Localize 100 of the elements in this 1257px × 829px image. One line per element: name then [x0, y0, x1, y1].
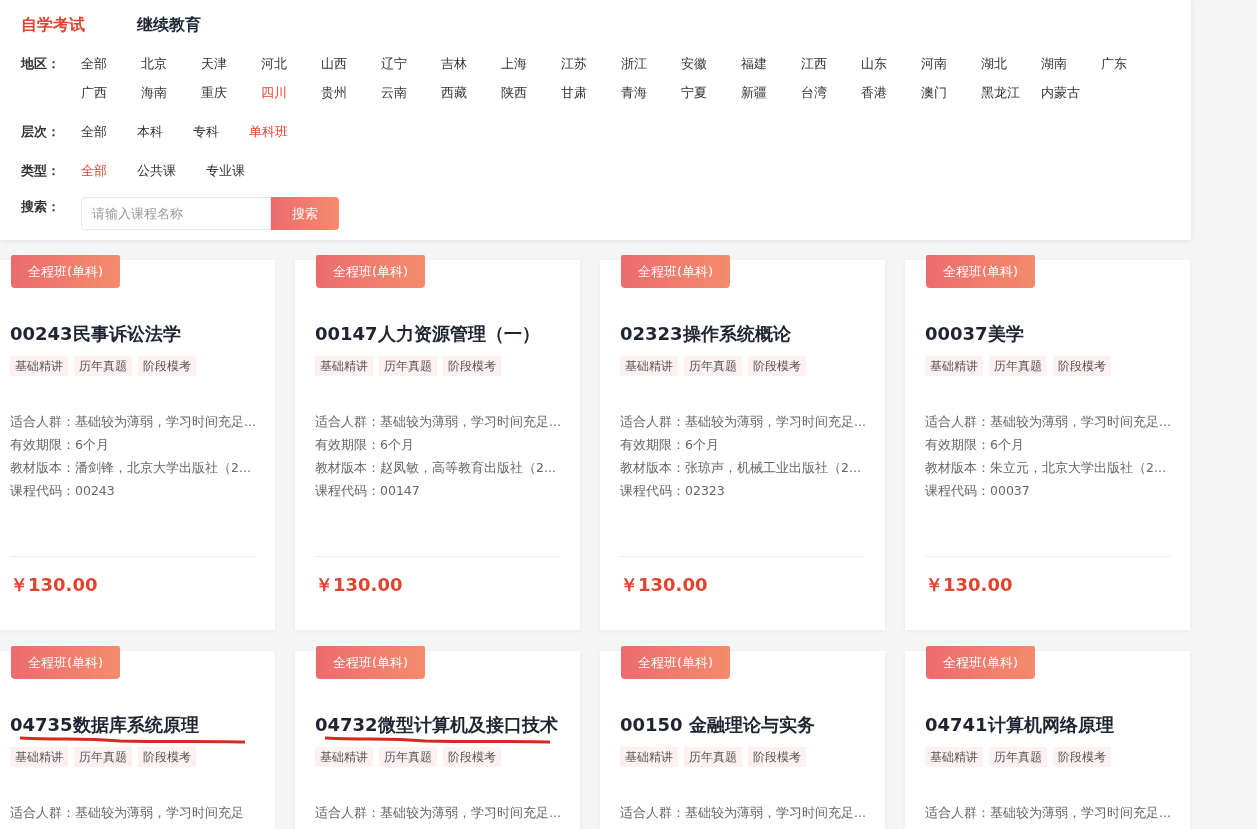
course-info: 课程代码：00037 [925, 482, 1031, 500]
course-title[interactable]: 04732微型计算机及接口技术 [315, 713, 558, 737]
category-tab[interactable]: 自学考试 [21, 13, 85, 37]
course-tag: 阶段模考 [138, 356, 196, 376]
filter-option[interactable]: 黑龙江 [981, 80, 1041, 105]
course-info: 适合人群：基础较为薄弱，学习时间充足... [620, 413, 865, 431]
filter-option[interactable]: 香港 [861, 80, 921, 105]
course-tag: 阶段模考 [1053, 356, 1111, 376]
course-badge: 全程班(单科) [11, 255, 120, 288]
course-info: 适合人群：基础较为薄弱，学习时间充足... [10, 413, 255, 431]
filter-option[interactable]: 全部 [81, 51, 141, 76]
filter-option[interactable]: 内蒙古 [1041, 80, 1101, 105]
filter-label: 层次： [21, 123, 61, 141]
filter-option[interactable]: 公共课 [137, 158, 176, 183]
course-tag: 阶段模考 [748, 747, 806, 767]
course-tag: 基础精讲 [925, 747, 983, 767]
filter-option[interactable]: 河南 [921, 51, 981, 76]
filter-option[interactable]: 本科 [137, 119, 163, 144]
filter-option[interactable]: 西藏 [441, 80, 501, 105]
course-info: 适合人群：基础较为薄弱，学习时间充足... [315, 804, 560, 822]
course-title[interactable]: 00243民事诉讼法学 [10, 322, 181, 346]
filter-option[interactable]: 甘肃 [561, 80, 621, 105]
filter-option[interactable]: 台湾 [801, 80, 861, 105]
filter-label: 类型： [21, 162, 61, 180]
course-info: 适合人群：基础较为薄弱，学习时间充足... [620, 804, 865, 822]
course-price: ￥130.00 [925, 574, 1013, 595]
course-info: 课程代码：00243 [10, 482, 116, 500]
filter-option[interactable]: 全部 [81, 119, 107, 144]
course-info: 教材版本：张琼声，机械工业出版社（2... [620, 459, 862, 477]
course-badge: 全程班(单科) [316, 255, 425, 288]
course-info: 适合人群：基础较为薄弱，学习时间充足... [315, 413, 560, 431]
filter-option[interactable]: 重庆 [201, 80, 261, 105]
filter-option[interactable]: 江苏 [561, 51, 621, 76]
filter-option[interactable]: 湖南 [1041, 51, 1101, 76]
course-info: 教材版本：赵凤敏，高等教育出版社（2... [315, 459, 557, 477]
course-badge: 全程班(单科) [621, 646, 730, 679]
filter-option[interactable]: 河北 [261, 51, 321, 76]
course-tag: 基础精讲 [315, 747, 373, 767]
filter-option[interactable]: 上海 [501, 51, 561, 76]
course-tag: 历年真题 [684, 356, 742, 376]
course-tag: 基础精讲 [620, 747, 678, 767]
filter-option[interactable]: 山西 [321, 51, 381, 76]
course-title[interactable]: 04741计算机网络原理 [925, 713, 1114, 737]
filter-option[interactable]: 青海 [621, 80, 681, 105]
course-info: 教材版本：潘剑锋，北京大学出版社（2... [10, 459, 252, 477]
course-badge: 全程班(单科) [11, 646, 120, 679]
category-tab[interactable]: 继续教育 [137, 13, 201, 37]
filter-option[interactable]: 安徽 [681, 51, 741, 76]
course-info: 适合人群：基础较为薄弱，学习时间充足 [10, 804, 245, 822]
course-info: 教材版本：朱立元，北京大学出版社（2... [925, 459, 1167, 477]
course-info: 课程代码：00147 [315, 482, 421, 500]
course-tag: 历年真题 [74, 747, 132, 767]
filter-option[interactable]: 澳门 [921, 80, 981, 105]
filter-option[interactable]: 陕西 [501, 80, 561, 105]
filter-option[interactable]: 福建 [741, 51, 801, 76]
filter-option[interactable]: 广东 [1101, 51, 1161, 76]
course-tag: 基础精讲 [620, 356, 678, 376]
course-tag: 历年真题 [74, 356, 132, 376]
course-info: 有效期限：6个月 [925, 436, 1025, 454]
filter-option[interactable]: 宁夏 [681, 80, 741, 105]
course-info: 有效期限：6个月 [620, 436, 720, 454]
course-tag: 阶段模考 [443, 356, 501, 376]
course-tag: 历年真题 [684, 747, 742, 767]
course-title[interactable]: 00037美学 [925, 322, 1024, 346]
course-title[interactable]: 00150 金融理论与实务 [620, 713, 815, 737]
course-tag: 历年真题 [989, 356, 1047, 376]
filter-option[interactable]: 广西 [81, 80, 141, 105]
filter-option[interactable]: 江西 [801, 51, 861, 76]
course-tag: 基础精讲 [10, 747, 68, 767]
course-tag: 阶段模考 [748, 356, 806, 376]
filter-option[interactable]: 专业课 [206, 158, 245, 183]
course-tag: 基础精讲 [315, 356, 373, 376]
filter-option[interactable]: 辽宁 [381, 51, 441, 76]
course-info: 适合人群：基础较为薄弱，学习时间充足... [925, 804, 1170, 822]
course-info: 课程代码：02323 [620, 482, 726, 500]
course-title[interactable]: 02323操作系统概论 [620, 322, 791, 346]
course-tag: 阶段模考 [138, 747, 196, 767]
filter-option[interactable]: 浙江 [621, 51, 681, 76]
filter-option[interactable]: 专科 [193, 119, 219, 144]
filter-option[interactable]: 吉林 [441, 51, 501, 76]
course-badge: 全程班(单科) [621, 255, 730, 288]
course-info: 有效期限：6个月 [10, 436, 110, 454]
filter-option[interactable]: 云南 [381, 80, 441, 105]
filter-option[interactable]: 全部 [81, 158, 107, 183]
filter-option[interactable]: 四川 [261, 80, 321, 105]
filter-option[interactable]: 湖北 [981, 51, 1041, 76]
course-title[interactable]: 00147人力资源管理（一） [315, 322, 540, 346]
course-price: ￥130.00 [315, 574, 403, 595]
filter-option[interactable]: 新疆 [741, 80, 801, 105]
course-tag: 历年真题 [379, 356, 437, 376]
filter-option[interactable]: 北京 [141, 51, 201, 76]
filter-option[interactable]: 天津 [201, 51, 261, 76]
search-field[interactable]: 请输入课程名称 [81, 197, 271, 230]
filter-option[interactable]: 山东 [861, 51, 921, 76]
course-badge: 全程班(单科) [926, 255, 1035, 288]
filter-label: 搜索： [21, 198, 61, 216]
filter-option[interactable]: 海南 [141, 80, 201, 105]
course-title[interactable]: 04735数据库系统原理 [10, 713, 199, 737]
filter-option[interactable]: 单科班 [249, 119, 288, 144]
filter-option[interactable]: 贵州 [321, 80, 381, 105]
